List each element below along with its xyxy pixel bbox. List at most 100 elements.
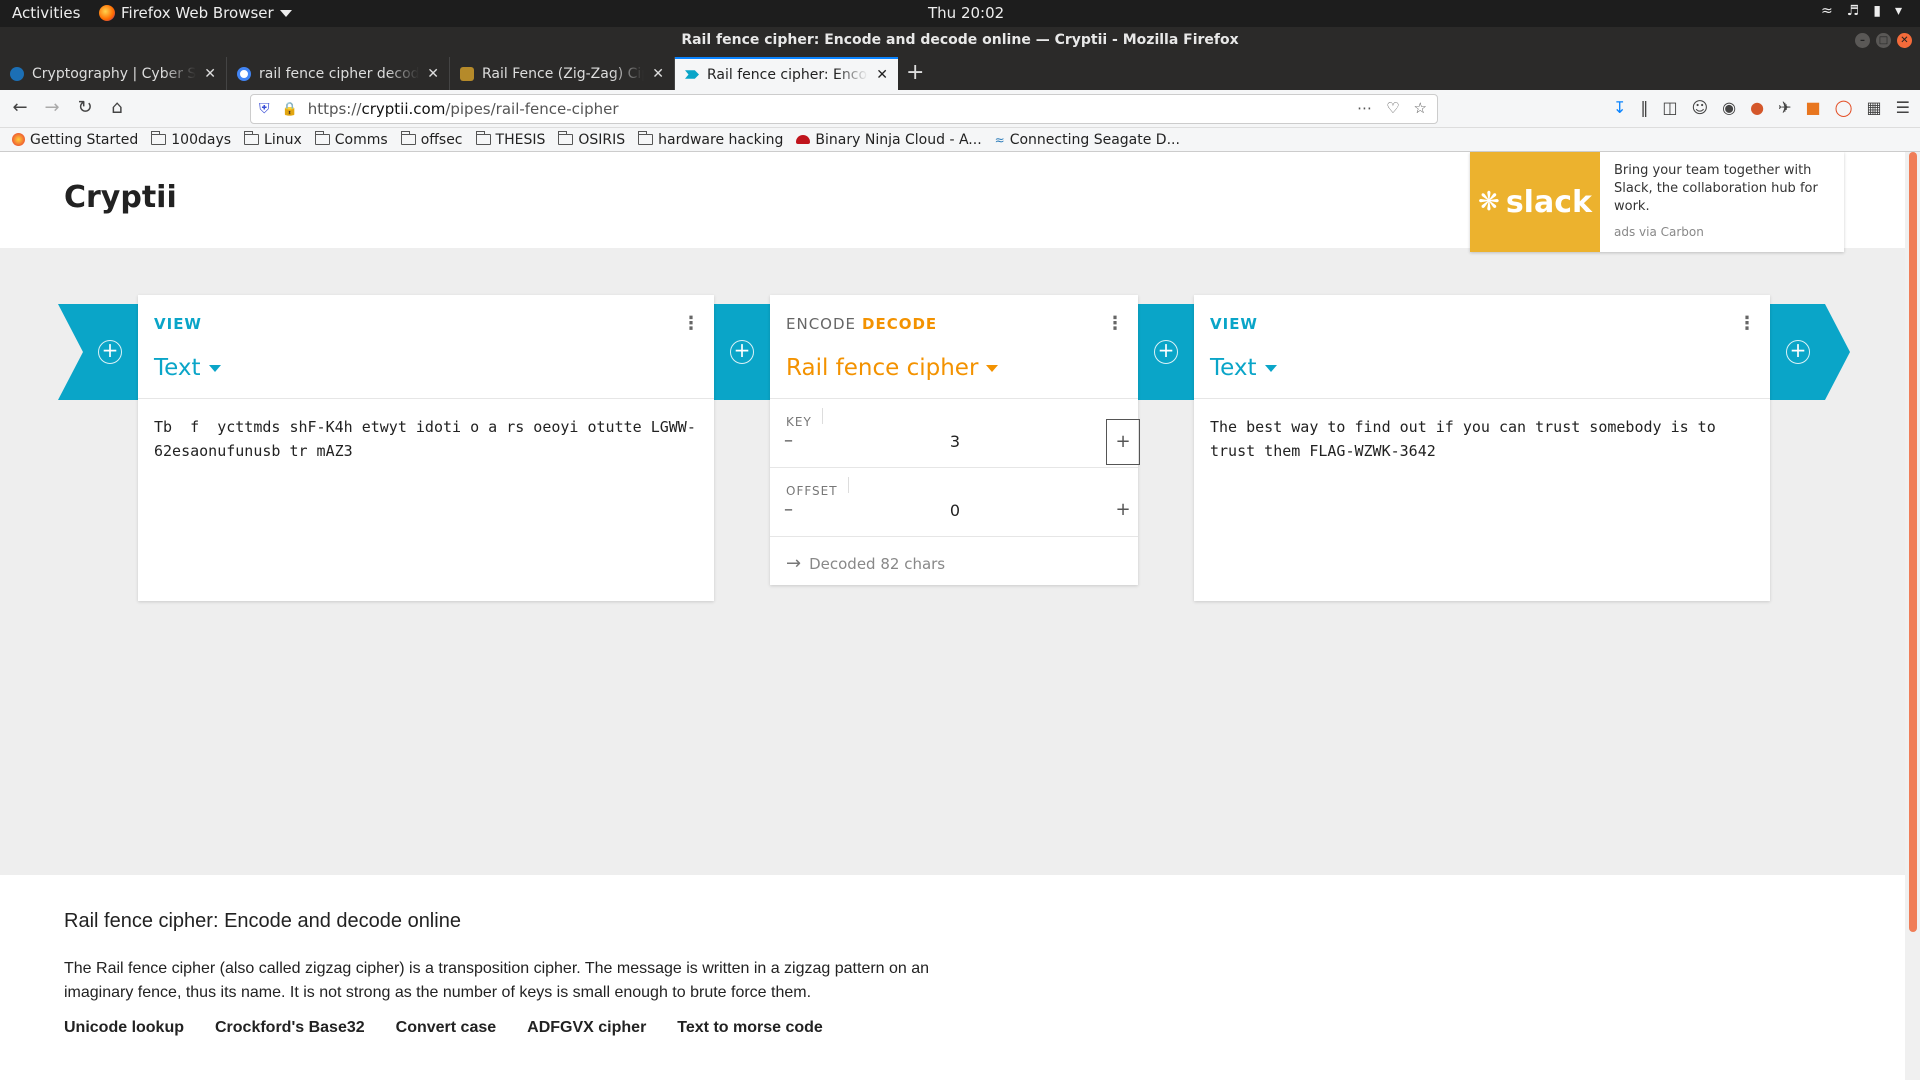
window-title: Rail fence cipher: Encode and decode onl… (681, 32, 1239, 48)
description-section: Rail fence cipher: Encode and decode onl… (0, 875, 1905, 1080)
close-tab-icon[interactable]: ✕ (427, 66, 439, 82)
extensions-menu-icon[interactable]: ▦ (1867, 98, 1882, 117)
add-circle-icon[interactable]: + (1786, 340, 1810, 364)
add-circle-icon[interactable]: + (730, 340, 754, 364)
extension-icon[interactable]: ✈ (1778, 98, 1791, 117)
tracking-shield-icon[interactable]: ⛨ (259, 101, 270, 117)
link-text-to-morse[interactable]: Text to morse code (677, 1019, 823, 1037)
bookmark-folder[interactable]: hardware hacking (638, 131, 783, 148)
add-circle-icon[interactable]: + (98, 340, 122, 364)
bookmark-getting-started[interactable]: Getting Started (12, 132, 138, 148)
url-text[interactable]: https://cryptii.com/pipes/rail-fence-cip… (308, 100, 619, 118)
reload-icon[interactable]: ↻ (73, 97, 97, 118)
insert-brick-arrow: + (58, 304, 138, 400)
bookmark-binary-ninja[interactable]: Binary Ninja Cloud - A... (796, 132, 982, 148)
brick-header: VIEW (1210, 315, 1258, 333)
kebab-menu-icon[interactable]: ⋮ (1738, 313, 1756, 334)
close-window-button[interactable]: ✕ (1897, 33, 1912, 48)
extension-icon[interactable]: ◯ (1835, 98, 1853, 117)
forward-icon[interactable]: → (40, 97, 64, 118)
encode-toggle[interactable]: ENCODE (786, 315, 856, 333)
account-icon[interactable]: ☺ (1691, 98, 1708, 117)
bookmark-folder[interactable]: offsec (400, 131, 463, 148)
app-menu[interactable]: Firefox Web Browser (99, 4, 292, 22)
bookmarks-toolbar: Getting Started 100days Linux Comms offs… (0, 128, 1920, 152)
close-tab-icon[interactable]: ✕ (652, 66, 664, 82)
tab-cryptii[interactable]: Rail fence cipher: Encode ✕ (675, 57, 898, 90)
close-tab-icon[interactable]: ✕ (204, 66, 216, 82)
hamburger-menu-icon[interactable]: ☰ (1896, 98, 1910, 117)
home-icon[interactable]: ⌂ (105, 97, 129, 118)
clock[interactable]: Thu 20:02 (928, 4, 1004, 22)
key-value[interactable]: 3 (770, 432, 1140, 451)
insert-brick-arrow: + (1770, 304, 1850, 400)
downloads-icon[interactable]: ↧ (1613, 98, 1626, 117)
link-crockford-base32[interactable]: Crockford's Base32 (215, 1019, 365, 1037)
divider (770, 467, 1138, 468)
tab-label: Rail Fence (Zig-Zag) Ciph (482, 65, 645, 82)
format-selector[interactable]: Text (154, 355, 221, 381)
add-circle-icon[interactable]: + (1154, 340, 1178, 364)
page-actions-icon[interactable]: ⋯ (1357, 99, 1372, 117)
system-tray[interactable]: ≈ ♬ ▮ ▾ (1821, 3, 1902, 19)
link-convert-case[interactable]: Convert case (396, 1019, 497, 1037)
output-textarea[interactable]: The best way to find out if you can trus… (1210, 415, 1754, 463)
arrow-right-icon: → (786, 553, 802, 574)
ad-text[interactable]: Bring your team together with Slack, the… (1614, 162, 1834, 216)
lock-icon[interactable]: 🔒 (282, 102, 298, 117)
activities-button[interactable]: Activities (12, 4, 80, 22)
format-selector[interactable]: Text (1210, 355, 1277, 381)
minimize-button[interactable]: – (1855, 33, 1870, 48)
increment-offset-button[interactable]: + (1106, 488, 1140, 534)
related-links: Unicode lookup Crockford's Base32 Conver… (64, 1019, 823, 1037)
sidebar-icon[interactable]: ◫ (1662, 98, 1677, 117)
site-logo[interactable]: Cryptii (64, 180, 177, 215)
offset-value[interactable]: 0 (770, 501, 1140, 520)
bookmark-folder[interactable]: THESIS (475, 131, 545, 148)
tab-rail-fence-zigzag[interactable]: Rail Fence (Zig-Zag) Ciph ✕ (450, 57, 675, 90)
divider (770, 536, 1138, 537)
scrollbar-thumb[interactable] (1909, 152, 1917, 932)
bookmark-seagate[interactable]: ≈ Connecting Seagate D... (995, 132, 1180, 148)
ad-via[interactable]: ads via Carbon (1614, 225, 1704, 239)
kebab-menu-icon[interactable]: ⋮ (682, 313, 700, 334)
bookmark-folder[interactable]: Linux (244, 131, 302, 148)
kebab-menu-icon[interactable]: ⋮ (1106, 313, 1124, 334)
offset-stepper[interactable]: – 0 + (770, 491, 1140, 531)
url-bar[interactable]: ⛨ 🔒 https://cryptii.com/pipes/rail-fence… (250, 94, 1438, 124)
bookmark-star-icon[interactable]: ☆ (1414, 99, 1427, 117)
wifi-icon: ≈ (1820, 3, 1833, 19)
library-icon[interactable]: ‖ (1640, 98, 1648, 117)
extension-icon[interactable]: ■ (1806, 98, 1821, 117)
new-tab-button[interactable]: + (906, 60, 924, 85)
description-text: The Rail fence cipher (also called zigza… (64, 960, 930, 1001)
tab-cryptography[interactable]: Cryptography | Cyber Sk ✕ (0, 57, 227, 90)
input-textarea[interactable]: Tb f ycttmds shF-K4h etwyt idoti o a rs … (154, 415, 698, 463)
close-tab-icon[interactable]: ✕ (876, 67, 888, 83)
cryptii-icon (685, 70, 699, 79)
maximize-button[interactable]: □ (1876, 33, 1891, 48)
divider (138, 398, 714, 399)
back-icon[interactable]: ← (8, 97, 32, 118)
tab-google-search[interactable]: rail fence cipher decode ✕ (227, 57, 450, 90)
chevron-down-icon (208, 364, 221, 372)
link-unicode-lookup[interactable]: Unicode lookup (64, 1019, 184, 1037)
carbon-ad[interactable]: ❋ slack Bring your team together with Sl… (1470, 152, 1844, 252)
link-adfgvx-cipher[interactable]: ADFGVX cipher (527, 1019, 646, 1037)
cipher-selector[interactable]: Rail fence cipher (786, 355, 999, 381)
chevron-down-icon (279, 9, 292, 17)
bookmark-folder[interactable]: Comms (314, 131, 388, 148)
extension-icon[interactable]: ◉ (1722, 98, 1736, 117)
brick-status: → Decoded 82 chars (786, 553, 946, 574)
slack-logo[interactable]: ❋ slack (1470, 152, 1600, 252)
key-stepper[interactable]: – 3 + (770, 419, 1140, 465)
bookmark-folder[interactable]: 100days (151, 131, 231, 148)
increment-key-button[interactable]: + (1106, 419, 1140, 465)
firefox-icon (12, 133, 25, 146)
system-top-bar: Activities Firefox Web Browser Thu 20:02… (0, 0, 1920, 27)
bookmark-folder[interactable]: OSIRIS (558, 131, 625, 148)
decode-toggle[interactable]: DECODE (862, 315, 937, 333)
pocket-icon[interactable]: ♡ (1386, 99, 1399, 117)
chevron-down-icon (1264, 364, 1277, 372)
extension-icon[interactable]: ● (1750, 98, 1764, 117)
